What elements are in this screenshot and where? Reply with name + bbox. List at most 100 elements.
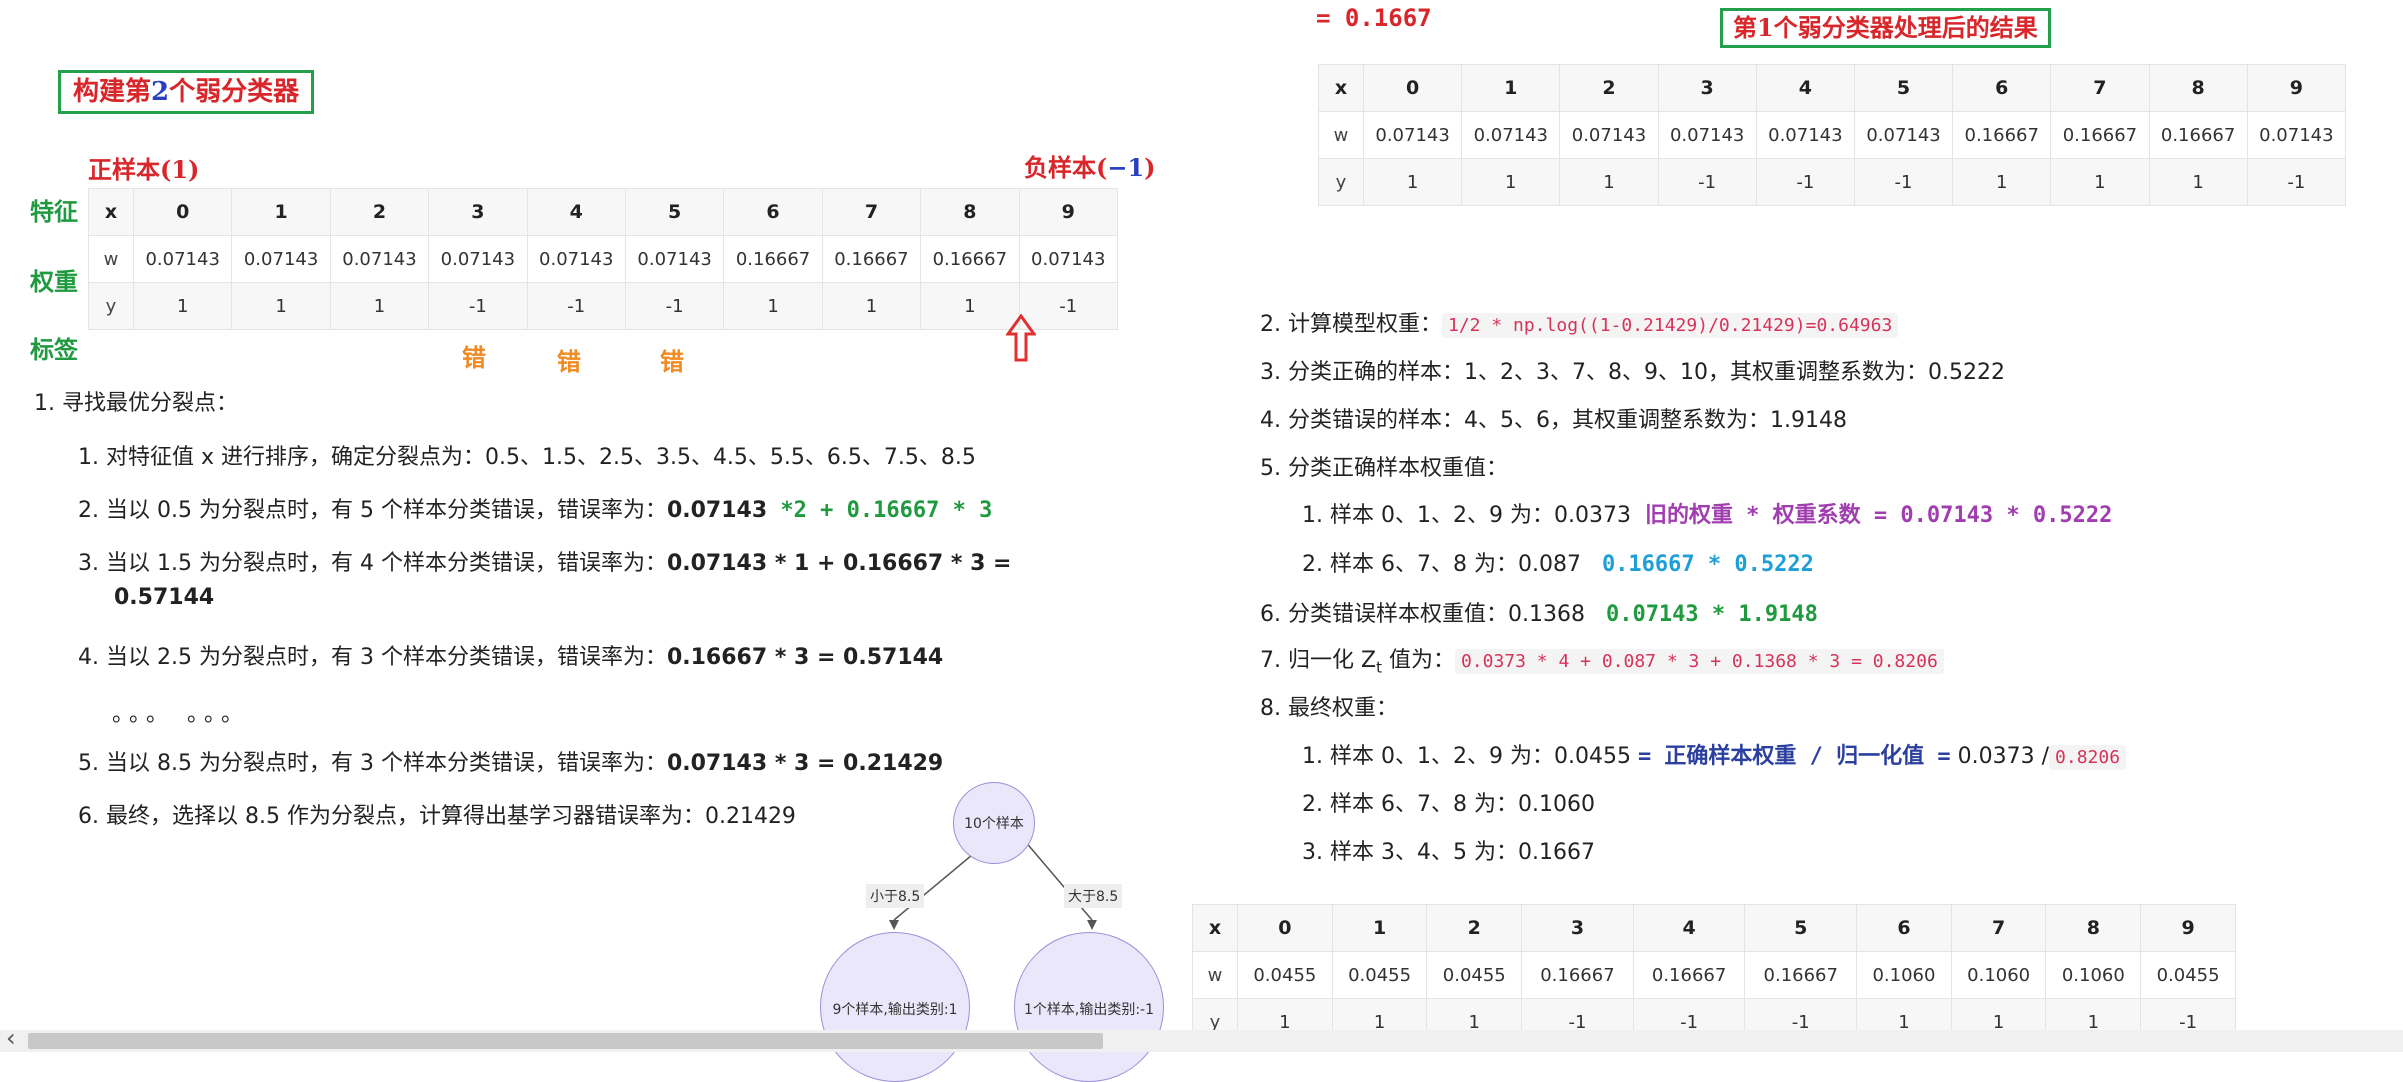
table-cell: -1	[526, 282, 626, 330]
table-cell: 0.07143	[1461, 111, 1561, 159]
table-cell: 0.07143	[1657, 111, 1757, 159]
row-label-weight: 权重	[30, 267, 78, 296]
i2-code: 1/2 * np.log((1-0.21429)/0.21429)=0.6496…	[1441, 313, 1899, 338]
table-cell: 8	[2148, 64, 2248, 112]
table-cell: 1	[1331, 904, 1428, 952]
neg-num: −1	[1107, 153, 1145, 182]
item-7-normalize: 7. 归一化 Zt 值为： 0.0373 * 4 + 0.087 * 3 + 0.…	[1260, 642, 1944, 676]
s1-5-text: 5. 当以 8.5 为分裂点时，有 3 个样本分类错误，错误率为：	[78, 751, 667, 776]
s1-3-bold: 0.07143 * 1 + 0.16667 * 3 =	[666, 551, 1012, 576]
s1-3-text: 3. 当以 1.5 为分裂点时，有 4 个样本分类错误，错误率为：	[78, 551, 667, 576]
table-cell: 0	[1237, 904, 1333, 952]
table-cell: 6	[723, 188, 823, 236]
table-cell: 3	[1521, 904, 1634, 952]
table-cell: -1	[1755, 158, 1855, 206]
table-cell: 0.16667	[723, 235, 823, 283]
row-label-label: 标签	[30, 335, 78, 364]
s1-4-bold: 0.16667 * 3 = 0.57144	[666, 645, 944, 670]
table-cell: 3	[1657, 64, 1757, 112]
s1-4-text: 4. 当以 2.5 为分裂点时，有 3 个样本分类错误，错误率为：	[78, 645, 667, 670]
table-cell: 0.16667	[2148, 111, 2248, 159]
table-cell: -1	[1657, 158, 1757, 206]
table-cell: 0.07143	[1362, 111, 1463, 159]
table-cell: 8	[920, 188, 1020, 236]
row-header-cell: x	[1192, 904, 1238, 952]
table-cell: 1	[1362, 158, 1463, 206]
table-cell: -1	[1853, 158, 1954, 206]
table-cell: 7	[2050, 64, 2150, 112]
i8-1-code: 0.8206	[2049, 745, 2127, 770]
row-header-cell: w	[88, 235, 134, 283]
table-cell: 1	[2148, 158, 2248, 206]
table-cell: 1	[920, 282, 1020, 330]
table-cell: 0.07143	[132, 235, 233, 283]
table-cell: 1	[1952, 158, 2052, 206]
table-cell: 5	[1744, 904, 1858, 952]
scrollbar-thumb[interactable]	[28, 1033, 1103, 1049]
item-8-3: 3. 样本 3、4、5 为：0.1667	[1302, 840, 1595, 865]
table-cell: -1	[2246, 158, 2347, 206]
table-cell: 5	[1853, 64, 1954, 112]
tree-right-leaf: 1个样本,输出类别:-1	[1014, 932, 1164, 1082]
table-cell: 1	[231, 282, 331, 330]
table-cell: 1	[329, 282, 430, 330]
scroll-left-arrow-icon[interactable]: ‹	[6, 1026, 16, 1050]
row-header-cell: y	[88, 282, 134, 330]
table-cell: 9	[2246, 64, 2347, 112]
table-cell: 7	[821, 188, 922, 236]
row-header-cell: x	[88, 188, 134, 236]
right-weights-table-2: x0123456789 w 0.0455 0.0455 0.0455 0.16667 0.…	[1192, 904, 2236, 1046]
table-cell: 1	[132, 282, 233, 330]
table-cell: 2	[1559, 64, 1659, 112]
table-header-row: x0123456789	[1318, 64, 2347, 112]
item-6-wrong-weight: 6. 分类错误样本权重值：0.1368 0.07143 * 1.9148	[1260, 596, 1818, 628]
step-1-6: 6. 最终，选择以 8.5 作为分裂点，计算得出基学习器错误率为：0.21429	[78, 804, 796, 829]
i8-1-text: 1. 样本 0、1、2、9 为：0.0455	[1302, 744, 1631, 769]
second-classifier-title: 构建第2个弱分类器	[58, 70, 315, 114]
table-cell: 0.1060	[1950, 951, 2047, 999]
first-classifier-result-title: 第1个弱分类器处理后的结果	[1720, 8, 2051, 48]
table-row-y: y 1 1 1 -1 -1 -1 1 1 1 -1	[1318, 158, 2347, 206]
table-cell: 0.07143	[231, 235, 331, 283]
tree-right-edge-label: 大于8.5	[1064, 884, 1123, 908]
table-cell: 0.07143	[1018, 235, 1119, 283]
i6-annotation: 0.07143 * 1.9148	[1605, 602, 1818, 627]
table-cell: -1	[624, 282, 725, 330]
i7-mid: 值为：	[1381, 648, 1455, 673]
row-header-cell: x	[1318, 64, 1364, 112]
table-row-y: y 1 1 1 -1 -1 -1 1 1 1 -1	[88, 282, 1119, 330]
table-cell: 8	[2045, 904, 2142, 952]
table-cell: 6	[1856, 904, 1952, 952]
item-5-2: 2. 样本 6、7、8 为：0.087 0.16667 * 0.5222	[1302, 546, 1814, 578]
row-header-cell: w	[1318, 111, 1364, 159]
step-1-2: 2. 当以 0.5 为分裂点时，有 5 个样本分类错误，错误率为：0.07143…	[78, 492, 992, 524]
row-header-cell: y	[1318, 158, 1364, 206]
right-weights-table-1: x0123456789 w 0.07143 0.07143 0.07143 0.0714…	[1318, 64, 2347, 206]
table-cell: 0.07143	[428, 235, 528, 283]
top-equation: = 0.1667	[1316, 4, 1432, 32]
table-cell: 1	[1461, 158, 1561, 206]
table-cell: 0.07143	[624, 235, 725, 283]
table-cell: 0.07143	[1559, 111, 1659, 159]
item-4-wrong-samples: 4. 分类错误的样本：4、5、6，其权重调整系数为：1.9148	[1260, 408, 1847, 433]
table-cell: 1	[1461, 64, 1561, 112]
title-pre: 构建第	[73, 77, 152, 107]
s1-5-bold: 0.07143 * 3 = 0.21429	[666, 751, 944, 776]
i7-text: 7. 归一化 Z	[1260, 648, 1377, 673]
table-cell: 0.0455	[2140, 951, 2236, 999]
table-cell: 1	[231, 188, 331, 236]
table-cell: 0.07143	[1755, 111, 1855, 159]
error-mark-4: 错	[557, 347, 581, 376]
table-cell: 0.16667	[920, 235, 1020, 283]
i2-text: 2. 计算模型权重：	[1260, 312, 1442, 337]
item-8-1: 1. 样本 0、1、2、9 为：0.0455 = 正确样本权重 / 归一化值 =…	[1302, 738, 2127, 770]
table-cell: 1	[1559, 158, 1659, 206]
item-3-correct-samples: 3. 分类正确的样本：1、2、3、7、8、9、10，其权重调整系数为：0.522…	[1260, 360, 2005, 385]
table-cell: 0.0455	[1331, 951, 1428, 999]
table-cell: 0.1060	[2045, 951, 2142, 999]
item-8-final-weight: 8. 最终权重：	[1260, 696, 1398, 721]
i5-1-annotation: 旧的权重 * 权重系数 = 0.07143 * 0.5222	[1644, 503, 2113, 528]
table-cell: 3	[428, 188, 528, 236]
i5-2-text: 2. 样本 6、7、8 为：0.087	[1302, 552, 1581, 577]
step-1-1: 1. 对特征值 x 进行排序，确定分裂点为：0.5、1.5、2.5、3.5、4.…	[78, 445, 976, 470]
